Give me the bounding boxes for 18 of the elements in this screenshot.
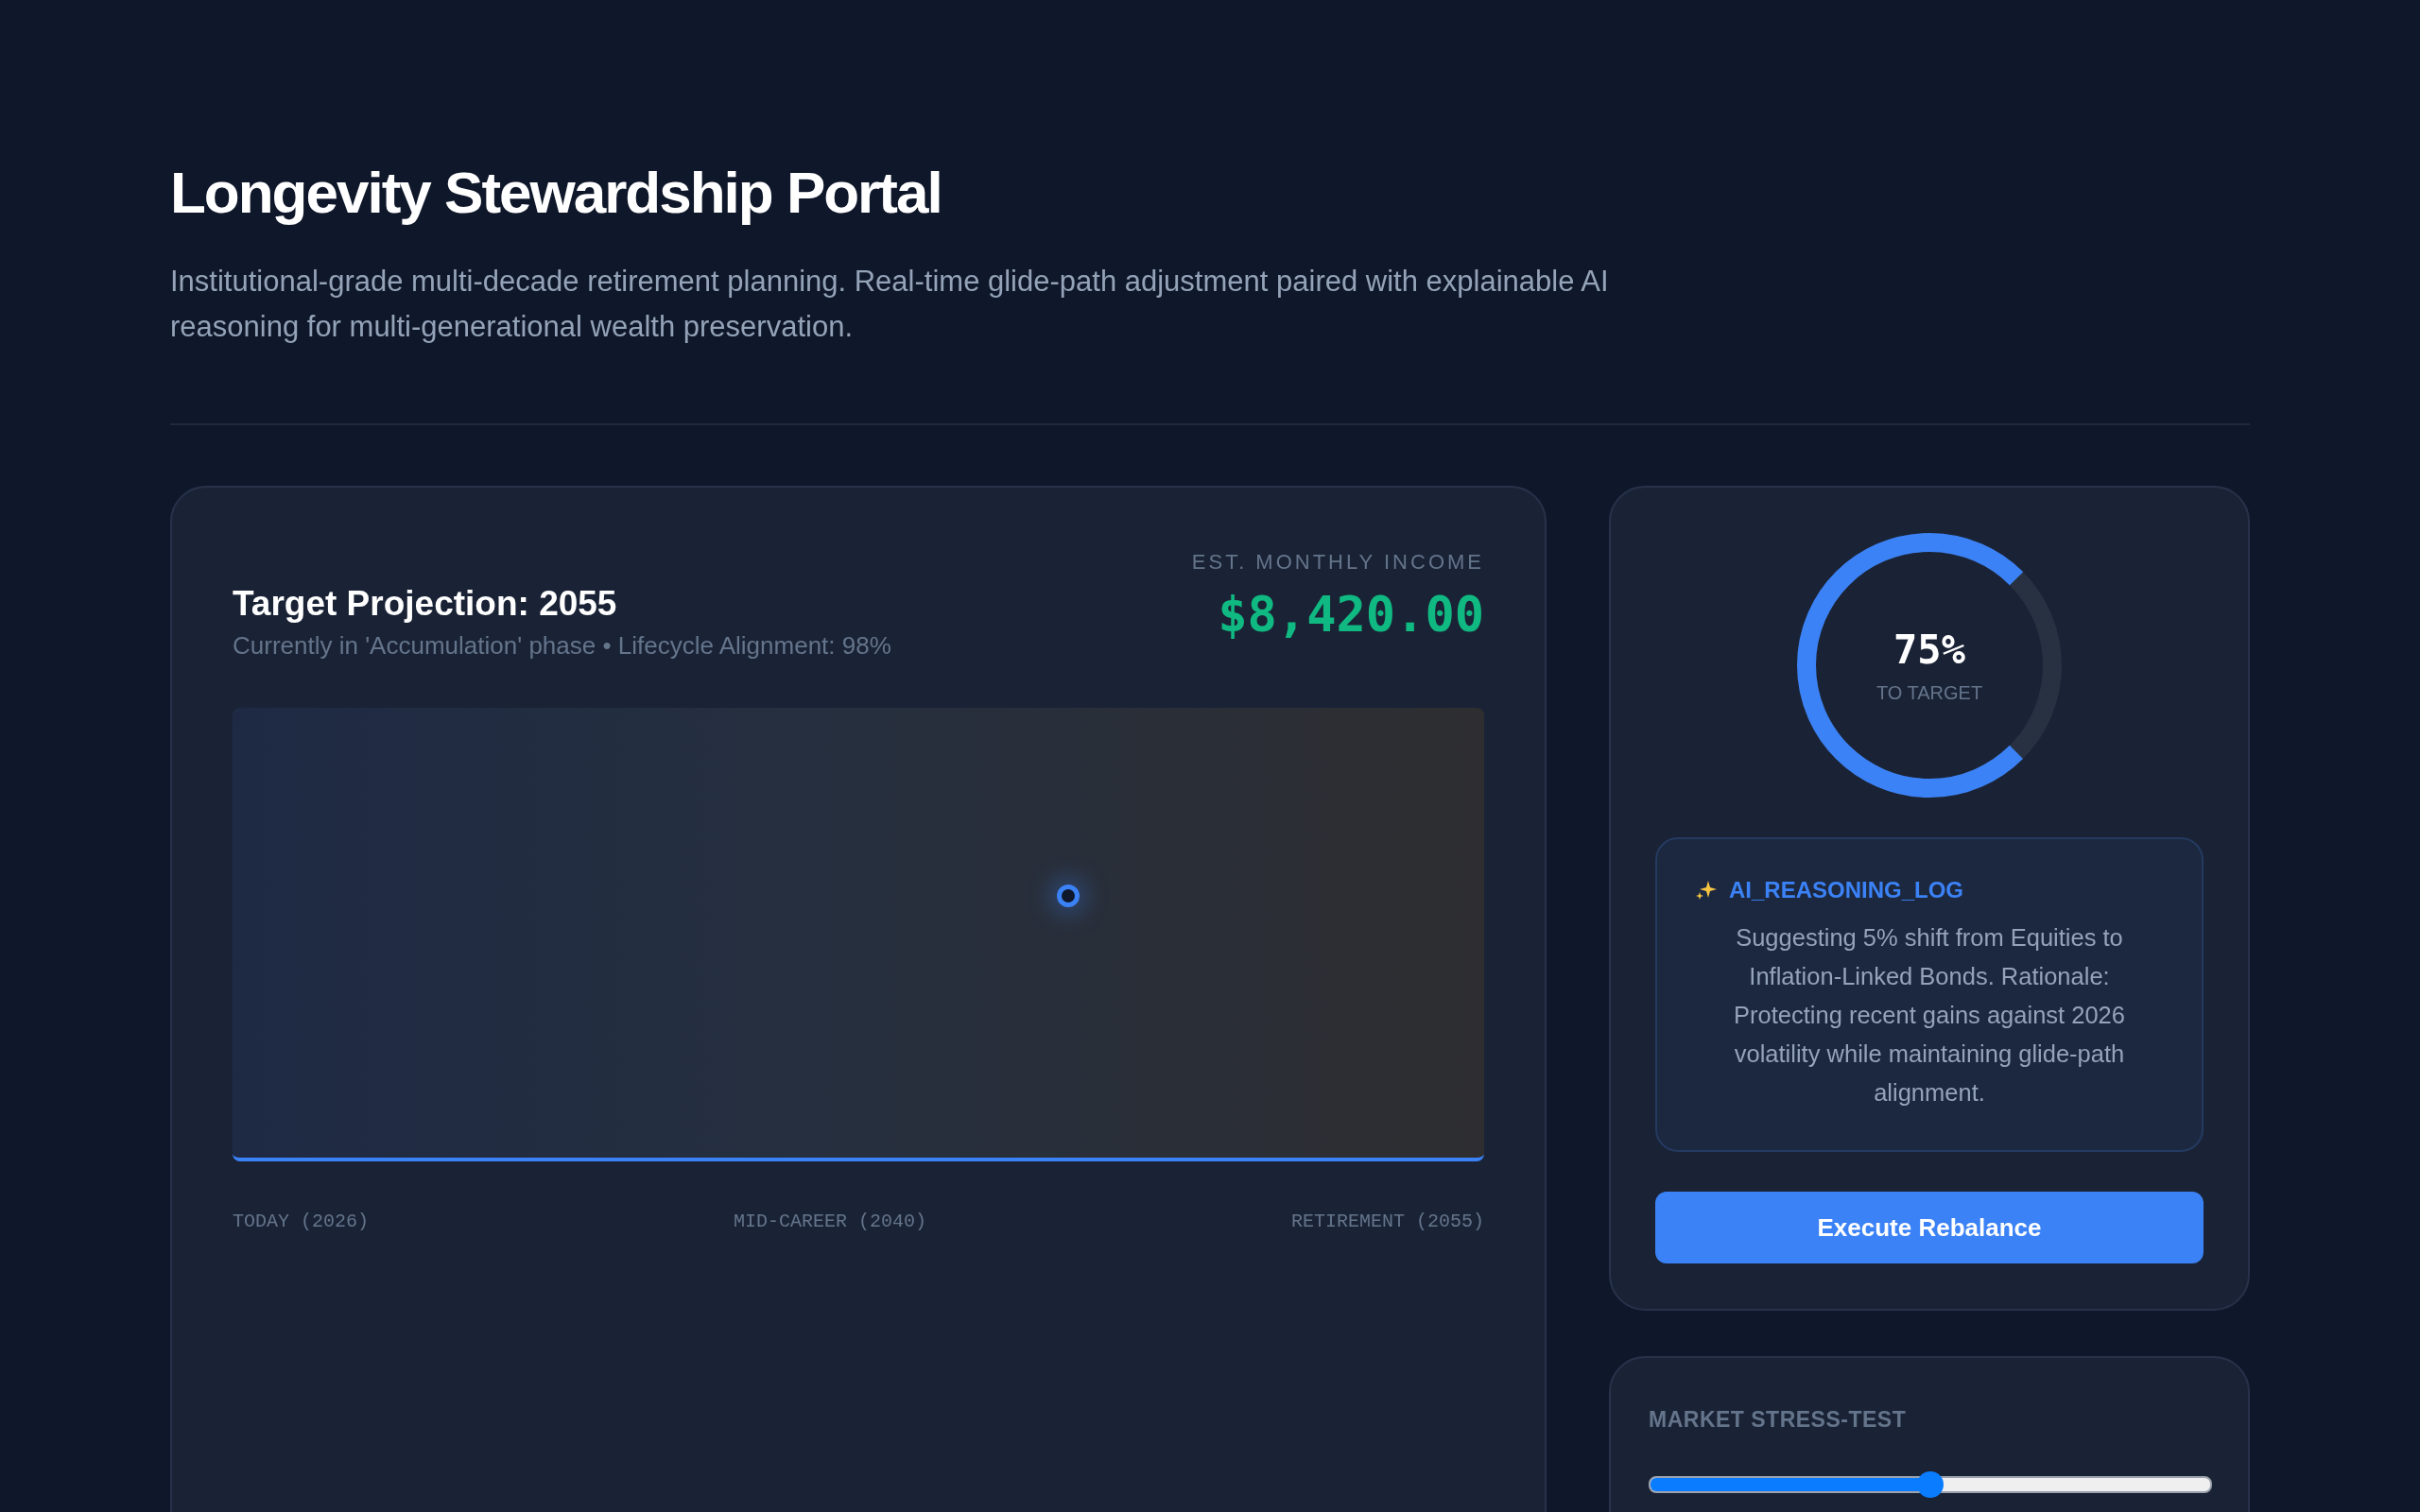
ai-log-title: AI_REASONING_LOG: [1729, 877, 1964, 904]
page-title: Longevity Stewardship Portal: [170, 161, 942, 226]
stress-test-label: MARKET STRESS-TEST: [1649, 1407, 1908, 1434]
income-label: EST. MONTHLY INCOME: [1191, 550, 1484, 576]
timeline-label: TODAY (2026): [233, 1211, 370, 1233]
timeline-label: RETIREMENT (2055): [1290, 1211, 1484, 1233]
slider-thumb[interactable]: [1917, 1471, 1944, 1499]
progress-label: TO TARGET: [1876, 682, 1983, 705]
execute-rebalance-button[interactable]: Execute Rebalance: [1655, 1192, 2204, 1264]
projection-subtitle: Currently in 'Accumulation' phase • Lifecycle Alignment: 98%: [233, 631, 891, 662]
timeline-label: MID-CAREER (2040): [733, 1211, 926, 1233]
projection-title: Target Projection: 2055: [233, 584, 618, 625]
progress-value: 75%: [1893, 627, 1965, 674]
stress-test-slider[interactable]: [1649, 1470, 2212, 1500]
income-value: $8,420.00: [1217, 586, 1484, 644]
page-description: Institutional-grade multi-decade retirement planning. Real-time glide-path adjustment paired with explainable AI reasoning for multi-generational wealth preservation.: [170, 264, 1610, 346]
ai-log-text: Suggesting 5% shift from Equities to Inflation-Linked Bonds. Rationale: Protecting recent gains against 2026 volatility while maintaining glide-path alignment.: [1733, 923, 2126, 1108]
projection-marker: [1057, 885, 1080, 908]
